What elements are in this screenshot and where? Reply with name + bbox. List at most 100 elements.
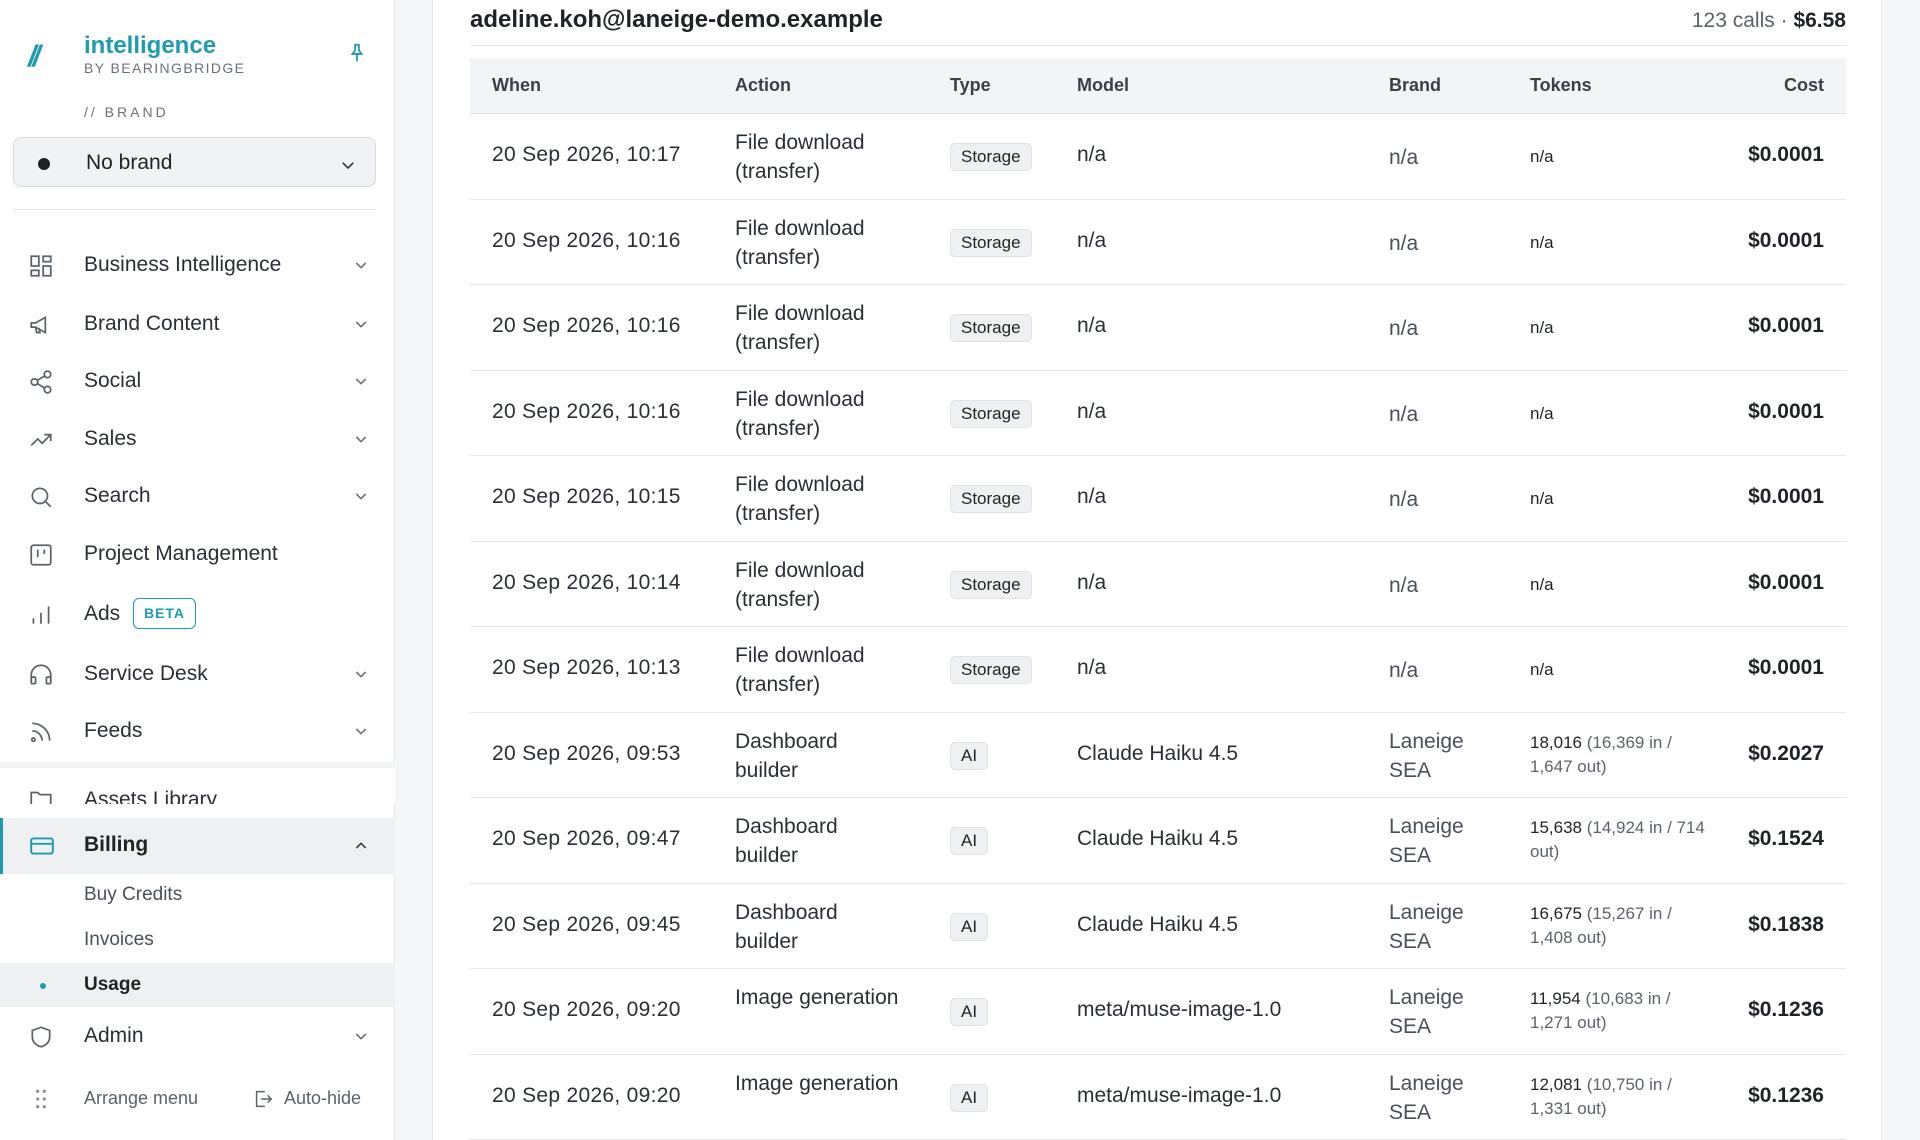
sidebar-item-sales[interactable]: Sales — [0, 411, 395, 467]
kanban-board-icon — [30, 544, 52, 566]
table-row[interactable]: 20 Sep 2026, 10:16 File download (transf… — [470, 285, 1846, 371]
type-badge: Storage — [950, 656, 1032, 684]
chevron-down-icon — [355, 378, 367, 385]
auto-hide-button[interactable]: Auto-hide — [284, 1088, 361, 1109]
cell-tokens: 12,081 (10,750 in / 1,331 out) — [1530, 1073, 1710, 1121]
cell-model: n/a — [1077, 399, 1107, 423]
cell-tokens: 16,675 (15,267 in / 1,408 out) — [1530, 902, 1710, 950]
table-row[interactable]: 20 Sep 2026, 10:16 File download (transf… — [470, 200, 1846, 285]
trending-up-icon — [30, 433, 52, 447]
cell-action: File download (transfer) — [735, 302, 865, 354]
sidebar-item-business-intelligence[interactable]: Business Intelligence — [0, 237, 395, 293]
column-header-action[interactable]: Action — [735, 75, 791, 96]
cell-when: 20 Sep 2026, 09:53 — [492, 741, 681, 765]
cell-model: n/a — [1077, 570, 1107, 594]
logo-mark: // — [28, 40, 41, 73]
sidebar-item-ads[interactable]: Ads BETA — [0, 586, 395, 642]
bar-chart-icon — [32, 606, 50, 624]
sidebar-item-label: Admin — [84, 1024, 144, 1047]
tokens-total: 18,016 — [1530, 732, 1582, 752]
tokens-total: 11,954 — [1530, 989, 1581, 1008]
drag-handle-icon[interactable] — [32, 1088, 50, 1110]
sidebar-item-brand-content[interactable]: Brand Content — [0, 296, 395, 352]
cell-action: File download (transfer) — [735, 644, 865, 696]
sidebar-subitem-invoices[interactable]: Invoices — [0, 918, 395, 962]
pin-icon[interactable] — [346, 42, 368, 64]
cell-model: n/a — [1077, 143, 1107, 166]
column-header-when[interactable]: When — [492, 75, 541, 96]
sidebar-item-feeds[interactable]: Feeds — [0, 703, 395, 759]
sidebar-subitem-buy-credits[interactable]: Buy Credits — [0, 873, 395, 917]
column-header-model[interactable]: Model — [1077, 75, 1129, 96]
sidebar-subitem-label: Buy Credits — [84, 884, 183, 905]
megaphone-icon — [30, 315, 47, 335]
table-row[interactable]: 20 Sep 2026, 10:13 File download (transf… — [470, 627, 1846, 713]
cell-action: File download (transfer) — [735, 387, 865, 440]
type-badge: AI — [950, 998, 989, 1026]
table-row[interactable]: 20 Sep 2026, 10:17 File download (transf… — [470, 114, 1846, 200]
table-row[interactable]: 20 Sep 2026, 09:45 Dashboard builder AI … — [470, 884, 1846, 969]
sidebar-item-social[interactable]: Social — [0, 353, 395, 409]
cell-tokens: 15,638 (14,924 in / 714 out) — [1530, 816, 1710, 864]
table-row[interactable]: 20 Sep 2026, 10:15 File download (transf… — [470, 456, 1846, 542]
sidebar-item-label: Business Intelligence — [84, 253, 282, 276]
headphones-icon — [30, 664, 52, 685]
search-icon — [31, 487, 52, 508]
sidebar-subitem-usage[interactable]: Usage — [0, 963, 395, 1007]
cell-tokens: n/a — [1530, 231, 1710, 255]
cell-when: 20 Sep 2026, 10:16 — [492, 399, 681, 423]
column-header-cost[interactable]: Cost — [1784, 75, 1824, 96]
credit-card-icon — [30, 837, 54, 855]
sidebar-item-label: Sales — [84, 427, 137, 450]
auto-hide-icon[interactable] — [252, 1088, 274, 1110]
column-header-type[interactable]: Type — [950, 75, 991, 96]
cell-cost: $0.0001 — [1748, 143, 1824, 166]
cell-tokens: n/a — [1530, 145, 1710, 169]
type-badge: Storage — [950, 228, 1032, 257]
column-header-tokens[interactable]: Tokens — [1530, 75, 1592, 96]
arrange-menu-button[interactable]: Arrange menu — [84, 1088, 198, 1109]
type-badge: Storage — [950, 399, 1032, 428]
cell-when: 20 Sep 2026, 10:14 — [492, 570, 681, 594]
share-icon — [30, 370, 52, 394]
sidebar-item-label: Brand Content — [84, 312, 220, 335]
app-logo[interactable]: // intelligence BY BEARINGBRIDGE — [28, 30, 368, 80]
cell-model: meta/muse-image-1.0 — [1077, 998, 1282, 1021]
table-row[interactable]: 20 Sep 2026, 09:53 Dashboard builder AI … — [470, 713, 1846, 798]
cell-when: 20 Sep 2026, 10:13 — [492, 656, 681, 679]
cell-when: 20 Sep 2026, 10:15 — [492, 485, 681, 508]
table-row[interactable]: 20 Sep 2026, 10:14 File download (transf… — [470, 542, 1846, 627]
cell-when: 20 Sep 2026, 10:16 — [492, 228, 681, 252]
shield-icon — [31, 1026, 51, 1048]
sidebar-item-label: Search — [84, 484, 151, 507]
brand-selector[interactable]: No brand — [13, 137, 376, 187]
table-row[interactable]: 20 Sep 2026, 09:20 Image generation AI m… — [470, 1055, 1846, 1140]
type-badge: AI — [950, 1083, 989, 1112]
cell-action: File download (transfer) — [735, 473, 865, 525]
cell-tokens: n/a — [1530, 573, 1710, 597]
table-row[interactable]: 20 Sep 2026, 09:20 Image generation AI m… — [470, 969, 1846, 1055]
sidebar-item-admin[interactable]: Admin — [0, 1008, 395, 1064]
chevron-down-icon — [355, 671, 367, 678]
cell-when: 20 Sep 2026, 09:47 — [492, 827, 681, 850]
table-row[interactable]: 20 Sep 2026, 09:47 Dashboard builder AI … — [470, 798, 1846, 884]
sidebar-item-search[interactable]: Search — [0, 468, 395, 524]
column-header-brand[interactable]: Brand — [1389, 75, 1441, 96]
tokens-total: 15,638 — [1530, 818, 1582, 837]
sidebar-item-project-management[interactable]: Project Management — [0, 526, 395, 582]
sidebar-item-service-desk[interactable]: Service Desk — [0, 646, 395, 702]
chevron-down-icon — [355, 321, 367, 328]
sidebar-item-billing[interactable]: Billing — [0, 818, 395, 874]
cell-brand: n/a — [1389, 402, 1419, 426]
cell-tokens: n/a — [1530, 487, 1710, 511]
table-row[interactable]: 20 Sep 2026, 10:16 File download (transf… — [470, 371, 1846, 456]
call-count: 123 calls · — [1691, 9, 1788, 32]
cell-action: File download (transfer) — [735, 558, 865, 611]
cell-action: Image generation — [735, 1071, 899, 1095]
cell-cost: $0.0001 — [1748, 485, 1824, 508]
type-badge: Storage — [950, 570, 1032, 599]
cell-model: n/a — [1077, 314, 1107, 337]
cell-cost: $0.1838 — [1748, 912, 1824, 936]
sidebar-item-assets-library[interactable]: Assets Library — [0, 762, 395, 804]
tokens-total: n/a — [1530, 318, 1554, 337]
